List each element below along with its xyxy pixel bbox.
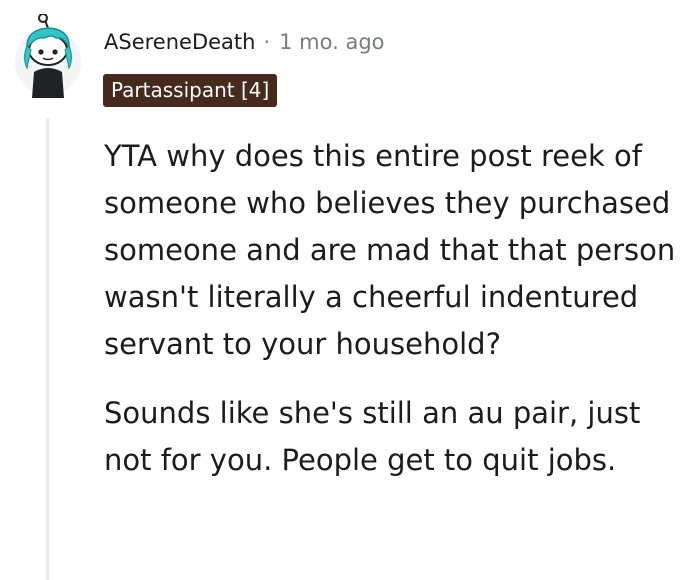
user-flair: Partassipant [4] xyxy=(103,74,278,107)
snoo-avatar-icon xyxy=(15,13,81,98)
comment-paragraph: YTA why does this entire post reek of so… xyxy=(104,139,676,361)
meta-separator: · xyxy=(263,30,271,54)
comment-body: YTA why does this entire post reek of so… xyxy=(104,133,690,484)
comment-timestamp[interactable]: 1 mo. ago xyxy=(279,30,384,54)
username-link[interactable]: ASereneDeath xyxy=(104,30,255,54)
thread-line[interactable] xyxy=(46,118,49,580)
comment-paragraph: Sounds like she's still an au pair, just… xyxy=(104,396,641,477)
avatar[interactable] xyxy=(14,13,86,98)
comment: ASereneDeath · 1 mo. ago Partassipant [4… xyxy=(0,0,700,580)
comment-meta: ASereneDeath · 1 mo. ago xyxy=(104,27,385,57)
